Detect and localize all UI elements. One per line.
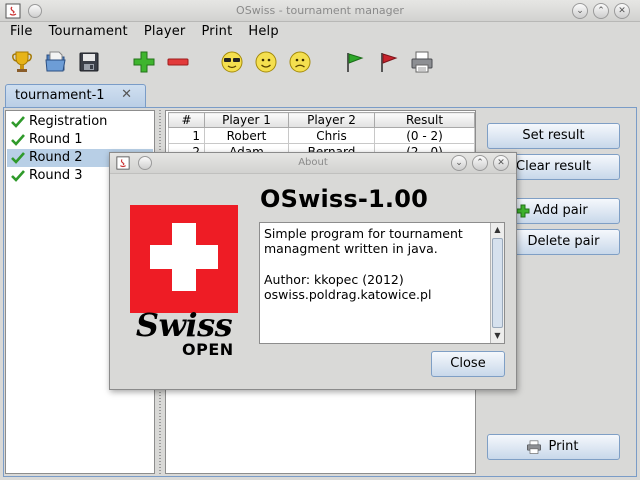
tab-tournament-1[interactable]: tournament-1 ✕ (5, 84, 146, 108)
menu-file[interactable]: File (2, 22, 41, 43)
open-icon[interactable] (43, 49, 69, 75)
tab-close-icon[interactable]: ✕ (121, 87, 132, 102)
about-line-1: Simple program for tournament (264, 226, 463, 241)
green-flag-icon[interactable] (341, 49, 367, 75)
save-icon[interactable] (76, 49, 102, 75)
tree-item-label: Round 3 (29, 168, 83, 183)
remove-icon[interactable] (165, 49, 191, 75)
red-flag-icon[interactable] (375, 49, 401, 75)
check-icon (11, 170, 25, 182)
column-header-result[interactable]: Result (374, 112, 475, 128)
menubar: File Tournament Player Print Help (0, 22, 640, 43)
close-window-button[interactable]: ✕ (614, 3, 630, 19)
website-text: oswiss.poldrag.katowice.pl (264, 287, 432, 302)
window-titlebar: OSwiss - tournament manager ⌄ ⌃ ✕ (0, 0, 640, 22)
check-icon (11, 134, 25, 146)
scroll-up-arrow-icon[interactable]: ▲ (491, 223, 504, 237)
menu-tournament[interactable]: Tournament (41, 22, 136, 43)
column-header-player-2[interactable]: Player 2 (288, 112, 375, 128)
tree-item-label: Registration (29, 114, 108, 129)
close-button[interactable]: Close (431, 351, 505, 377)
dialog-close-button[interactable]: ✕ (493, 155, 509, 171)
cell-player-1: Robert (204, 127, 289, 144)
check-icon (11, 152, 25, 164)
tab-bar: tournament-1 ✕ (0, 84, 640, 108)
table-row[interactable]: 1 Robert Chris (0 - 2) (168, 127, 475, 144)
set-result-button[interactable]: Set result (487, 123, 620, 149)
print-button[interactable]: Print (487, 434, 620, 460)
add-icon[interactable] (131, 49, 157, 75)
add-pair-label: Add pair (533, 203, 588, 218)
tree-item-round-1[interactable]: Round 1 (7, 131, 153, 149)
about-text-area[interactable]: Simple program for tournament managment … (259, 222, 505, 344)
column-header-number[interactable]: # (168, 112, 205, 128)
scroll-thumb[interactable] (492, 238, 503, 328)
sad-smiley-icon[interactable] (287, 49, 313, 75)
maximize-button[interactable]: ⌃ (593, 3, 609, 19)
author-text: Author: kkopec (2012) (264, 272, 404, 287)
version-heading: OSwiss-1.00 (260, 185, 429, 213)
menu-player[interactable]: Player (136, 22, 194, 43)
check-icon (11, 116, 25, 128)
menu-print[interactable]: Print (193, 22, 240, 43)
about-line-2: managment written in java. (264, 241, 438, 256)
printer-icon (527, 440, 541, 454)
scroll-down-arrow-icon[interactable]: ▼ (491, 329, 504, 343)
cell-result: (0 - 2) (374, 127, 475, 144)
tree-item-label: Round 2 (29, 150, 83, 165)
cool-smiley-icon[interactable] (219, 49, 245, 75)
column-header-player-1[interactable]: Player 1 (204, 112, 289, 128)
text-scrollbar[interactable]: ▲ ▼ (490, 223, 504, 343)
dialog-titlebar: About ⌄ ⌃ ✕ (110, 153, 516, 174)
delete-pair-label: Delete pair (527, 234, 600, 249)
swiss-flag-logo (130, 205, 238, 313)
dialog-maximize-button[interactable]: ⌃ (472, 155, 488, 171)
tree-item-registration[interactable]: Registration (7, 113, 153, 131)
dialog-minimize-button[interactable]: ⌄ (451, 155, 467, 171)
about-dialog: About ⌄ ⌃ ✕ Swiss OPEN OSwiss-1.00 Simpl… (109, 152, 517, 390)
logo-word: Swiss (135, 306, 233, 344)
happy-smiley-icon[interactable] (253, 49, 279, 75)
tree-item-label: Round 1 (29, 132, 83, 147)
window-title: OSwiss - tournament manager (236, 4, 404, 17)
printer-icon[interactable] (409, 49, 435, 75)
trophy-icon[interactable] (9, 49, 35, 75)
print-label: Print (548, 439, 579, 454)
toolbar (0, 44, 640, 82)
minimize-button[interactable]: ⌄ (572, 3, 588, 19)
tab-label: tournament-1 (15, 88, 105, 103)
cell-player-2: Chris (288, 127, 375, 144)
cell-number: 1 (168, 127, 205, 144)
add-icon (516, 204, 530, 218)
logo-subtitle: OPEN (182, 340, 234, 359)
menu-help[interactable]: Help (240, 22, 286, 43)
